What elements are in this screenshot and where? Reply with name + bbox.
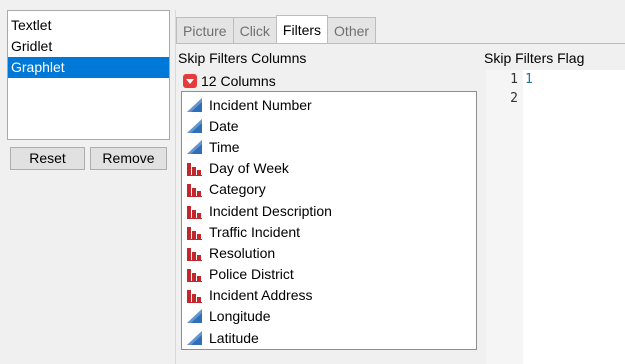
column-item[interactable]: Category xyxy=(182,179,476,200)
column-item[interactable]: Longitude xyxy=(182,306,476,327)
code-line[interactable]: 1 xyxy=(523,70,625,89)
tab-filters[interactable]: Filters xyxy=(275,15,329,43)
continuous-icon xyxy=(186,97,204,113)
column-label: Day of Week xyxy=(209,160,289,177)
code-line[interactable] xyxy=(523,89,625,108)
column-item[interactable]: Day of Week xyxy=(182,158,476,179)
column-label: Incident Description xyxy=(209,202,332,219)
app-window: Textlet Gridlet Graphlet Reset Remove Pict… xyxy=(0,0,625,364)
continuous-icon xyxy=(186,118,204,134)
continuous-icon xyxy=(186,139,204,155)
column-label: Incident Address xyxy=(209,287,313,304)
nominal-icon xyxy=(186,160,204,177)
continuous-icon xyxy=(186,330,204,346)
list-item-textlet[interactable]: Textlet xyxy=(8,15,169,36)
list-item-graphlet[interactable]: Graphlet xyxy=(8,57,169,78)
nominal-icon xyxy=(186,245,204,261)
columns-list[interactable]: Incident Number Date Time Day of Week Catego… xyxy=(181,91,477,350)
nominal-icon xyxy=(186,224,204,240)
column-item[interactable]: Incident Number xyxy=(182,94,476,115)
column-item[interactable]: Incident Description xyxy=(182,200,476,221)
remove-button[interactable]: Remove xyxy=(90,147,167,170)
columns-count-label: 12 Columns xyxy=(201,73,276,89)
skip-filters-flag-editor[interactable]: 12 1 xyxy=(486,70,625,364)
column-label: Police District xyxy=(209,266,294,283)
tab-picture[interactable]: Picture xyxy=(176,17,234,43)
line-number: 1 xyxy=(510,72,518,87)
column-label: Date xyxy=(209,117,239,134)
line-number: 2 xyxy=(510,91,518,106)
column-label: Latitude xyxy=(209,329,259,346)
reset-button[interactable]: Reset xyxy=(10,147,85,170)
code-area[interactable]: 1 xyxy=(523,70,625,364)
application-type-list[interactable]: Textlet Gridlet Graphlet xyxy=(7,10,170,140)
tab-other[interactable]: Other xyxy=(327,17,377,43)
panel-divider xyxy=(175,10,176,364)
column-label: Incident Number xyxy=(209,96,312,113)
column-item[interactable]: Date xyxy=(182,115,476,136)
column-label: Longitude xyxy=(209,308,271,325)
column-item[interactable]: Police District xyxy=(182,264,476,285)
tab-bar-border xyxy=(176,43,625,44)
line-number-gutter: 12 xyxy=(486,70,522,364)
nominal-icon xyxy=(186,266,204,283)
list-item-gridlet[interactable]: Gridlet xyxy=(8,36,169,57)
continuous-icon xyxy=(186,308,204,324)
red-triangle-menu-icon[interactable] xyxy=(183,74,197,88)
column-label: Category xyxy=(209,181,266,198)
tab-bar: Picture Click Filters Other xyxy=(176,15,377,44)
column-item[interactable]: Time xyxy=(182,136,476,157)
nominal-icon xyxy=(186,181,204,198)
column-label: Traffic Incident xyxy=(209,223,301,240)
columns-header[interactable]: 12 Columns xyxy=(183,72,276,90)
column-label: Time xyxy=(209,138,240,155)
column-item[interactable]: Traffic Incident xyxy=(182,221,476,242)
column-item[interactable]: Resolution xyxy=(182,242,476,263)
column-item[interactable]: Incident Address xyxy=(182,285,476,306)
nominal-icon xyxy=(186,287,204,304)
column-item[interactable]: Latitude xyxy=(182,327,476,348)
nominal-icon xyxy=(186,203,204,219)
skip-filters-flag-title: Skip Filters Flag xyxy=(484,50,585,66)
skip-filters-columns-title: Skip Filters Columns xyxy=(178,50,307,66)
column-label: Resolution xyxy=(209,244,276,261)
tab-click[interactable]: Click xyxy=(232,17,277,43)
